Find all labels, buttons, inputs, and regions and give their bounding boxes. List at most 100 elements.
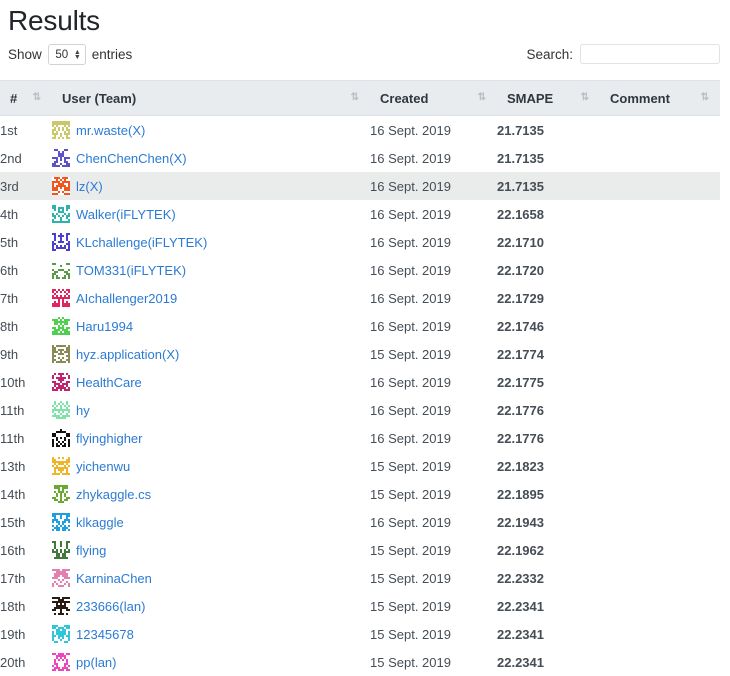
table-row[interactable]: 7thAIchallenger201916 Sept. 201922.1729 xyxy=(0,284,720,312)
team-link[interactable]: lan xyxy=(95,655,112,670)
column-header-rank[interactable]: # ⇅ xyxy=(0,81,52,116)
cell-rank: 3rd xyxy=(0,172,52,200)
username-link[interactable]: 233666 xyxy=(76,599,119,614)
user-cell: AIchallenger2019 xyxy=(52,289,370,307)
username-link[interactable]: 12345678 xyxy=(76,627,134,642)
username-link[interactable]: Walker xyxy=(76,207,116,222)
username-link[interactable]: ChenChenChen xyxy=(76,151,169,166)
table-row[interactable]: 6thTOM331 (iFLYTEK)16 Sept. 201922.1720 xyxy=(0,256,720,284)
table-row[interactable]: 5thKLchallenge (iFLYTEK)16 Sept. 201922.… xyxy=(0,228,720,256)
username-link[interactable]: flyinghigher xyxy=(76,431,143,446)
table-row[interactable]: 11thflyinghigher16 Sept. 201922.1776 xyxy=(0,424,720,452)
cell-comment xyxy=(600,592,720,620)
username-link[interactable]: KLchallenge xyxy=(76,235,148,250)
cell-rank: 15th xyxy=(0,508,52,536)
username-link[interactable]: Haru1994 xyxy=(76,319,133,334)
column-header-created[interactable]: Created ⇅ xyxy=(370,81,497,116)
table-row[interactable]: 2ndChenChenChen (X)16 Sept. 201921.7135 xyxy=(0,144,720,172)
cell-created: 16 Sept. 2019 xyxy=(370,396,497,424)
avatar-identicon-icon xyxy=(52,401,70,419)
cell-comment xyxy=(600,200,720,228)
table-row[interactable]: 9thhyz.application (X)15 Sept. 201922.17… xyxy=(0,340,720,368)
user-cell: flying xyxy=(52,541,370,559)
team-link[interactable]: iFLYTEK xyxy=(131,263,182,278)
cell-smape: 22.1658 xyxy=(497,200,600,228)
column-header-user[interactable]: User (Team) ⇅ xyxy=(52,81,370,116)
cell-created: 16 Sept. 2019 xyxy=(370,368,497,396)
table-row[interactable]: 20thpp (lan)15 Sept. 201922.2341 xyxy=(0,648,720,676)
username-link[interactable]: AIchallenger2019 xyxy=(76,291,177,306)
avatar-identicon-icon xyxy=(52,513,70,531)
table-row[interactable]: 14thzhykaggle.cs15 Sept. 201922.1895 xyxy=(0,480,720,508)
cell-rank: 7th xyxy=(0,284,52,312)
team-link[interactable]: X xyxy=(90,179,99,194)
team-link[interactable]: X xyxy=(132,123,141,138)
table-row[interactable]: 19th1234567815 Sept. 201922.2341 xyxy=(0,620,720,648)
username-link[interactable]: lz xyxy=(76,179,85,194)
column-header-smape[interactable]: SMAPE ⇅ xyxy=(497,81,600,116)
username-link[interactable]: TOM331 xyxy=(76,263,126,278)
username-link[interactable]: klkaggle xyxy=(76,515,124,530)
paren-close: ) xyxy=(141,599,145,614)
username-link[interactable]: hy xyxy=(76,403,90,418)
username-link[interactable]: mr.waste xyxy=(76,123,128,138)
cell-created: 15 Sept. 2019 xyxy=(370,620,497,648)
entries-length-control: Show 50 ▲▼ entries xyxy=(8,44,132,65)
username-link[interactable]: KarninaChen xyxy=(76,571,152,586)
username-link[interactable]: zhykaggle.cs xyxy=(76,487,151,502)
cell-user: lz (X) xyxy=(52,172,370,200)
entries-per-page-select[interactable]: 50 ▲▼ xyxy=(48,44,86,65)
table-row[interactable]: 3rdlz (X)16 Sept. 201921.7135 xyxy=(0,172,720,200)
cell-rank: 8th xyxy=(0,312,52,340)
avatar-identicon-icon xyxy=(52,373,70,391)
cell-user: HealthCare xyxy=(52,368,370,396)
team-link[interactable]: X xyxy=(166,347,175,362)
stepper-arrows-icon: ▲▼ xyxy=(74,50,81,60)
avatar-identicon-icon xyxy=(52,289,70,307)
cell-smape: 22.2332 xyxy=(497,564,600,592)
team-link[interactable]: iFLYTEK xyxy=(152,235,203,250)
cell-created: 16 Sept. 2019 xyxy=(370,172,497,200)
table-row[interactable]: 13thyichenwu15 Sept. 201922.1823 xyxy=(0,452,720,480)
avatar-identicon-icon xyxy=(52,569,70,587)
table-row[interactable]: 15thklkaggle16 Sept. 201922.1943 xyxy=(0,508,720,536)
cell-created: 15 Sept. 2019 xyxy=(370,536,497,564)
table-row[interactable]: 1stmr.waste (X)16 Sept. 201921.7135 xyxy=(0,116,720,145)
cell-rank: 19th xyxy=(0,620,52,648)
username-link[interactable]: hyz.application xyxy=(76,347,162,362)
cell-smape: 22.1943 xyxy=(497,508,600,536)
username-link[interactable]: yichenwu xyxy=(76,459,130,474)
username-link[interactable]: flying xyxy=(76,543,106,558)
cell-comment xyxy=(600,172,720,200)
table-row[interactable]: 18th233666 (lan)15 Sept. 201922.2341 xyxy=(0,592,720,620)
table-row[interactable]: 11thhy16 Sept. 201922.1776 xyxy=(0,396,720,424)
username-link[interactable]: pp xyxy=(76,655,90,670)
table-row[interactable]: 8thHaru199416 Sept. 201922.1746 xyxy=(0,312,720,340)
cell-comment xyxy=(600,480,720,508)
cell-user: flying xyxy=(52,536,370,564)
sort-both-icon: ⇅ xyxy=(351,93,358,103)
cell-comment xyxy=(600,228,720,256)
cell-comment xyxy=(600,312,720,340)
cell-created: 15 Sept. 2019 xyxy=(370,480,497,508)
team-link[interactable]: lan xyxy=(124,599,141,614)
table-row[interactable]: 16thflying15 Sept. 201922.1962 xyxy=(0,536,720,564)
table-row[interactable]: 10thHealthCare16 Sept. 201922.1775 xyxy=(0,368,720,396)
table-row[interactable]: 4thWalker (iFLYTEK)16 Sept. 201922.1658 xyxy=(0,200,720,228)
table-row[interactable]: 17thKarninaChen15 Sept. 201922.2332 xyxy=(0,564,720,592)
cell-rank: 20th xyxy=(0,648,52,676)
cell-smape: 22.2341 xyxy=(497,648,600,676)
avatar-identicon-icon xyxy=(52,121,70,139)
cell-user: hy xyxy=(52,396,370,424)
user-cell: zhykaggle.cs xyxy=(52,485,370,503)
username-link[interactable]: HealthCare xyxy=(76,375,142,390)
column-header-comment[interactable]: Comment ⇅ xyxy=(600,81,720,116)
search-input[interactable] xyxy=(580,44,720,64)
cell-rank: 11th xyxy=(0,424,52,452)
team-link[interactable]: X xyxy=(174,151,183,166)
team-link[interactable]: iFLYTEK xyxy=(120,207,171,222)
cell-comment xyxy=(600,648,720,676)
sort-both-icon: ⇅ xyxy=(478,93,485,103)
cell-comment xyxy=(600,368,720,396)
cell-created: 16 Sept. 2019 xyxy=(370,116,497,145)
